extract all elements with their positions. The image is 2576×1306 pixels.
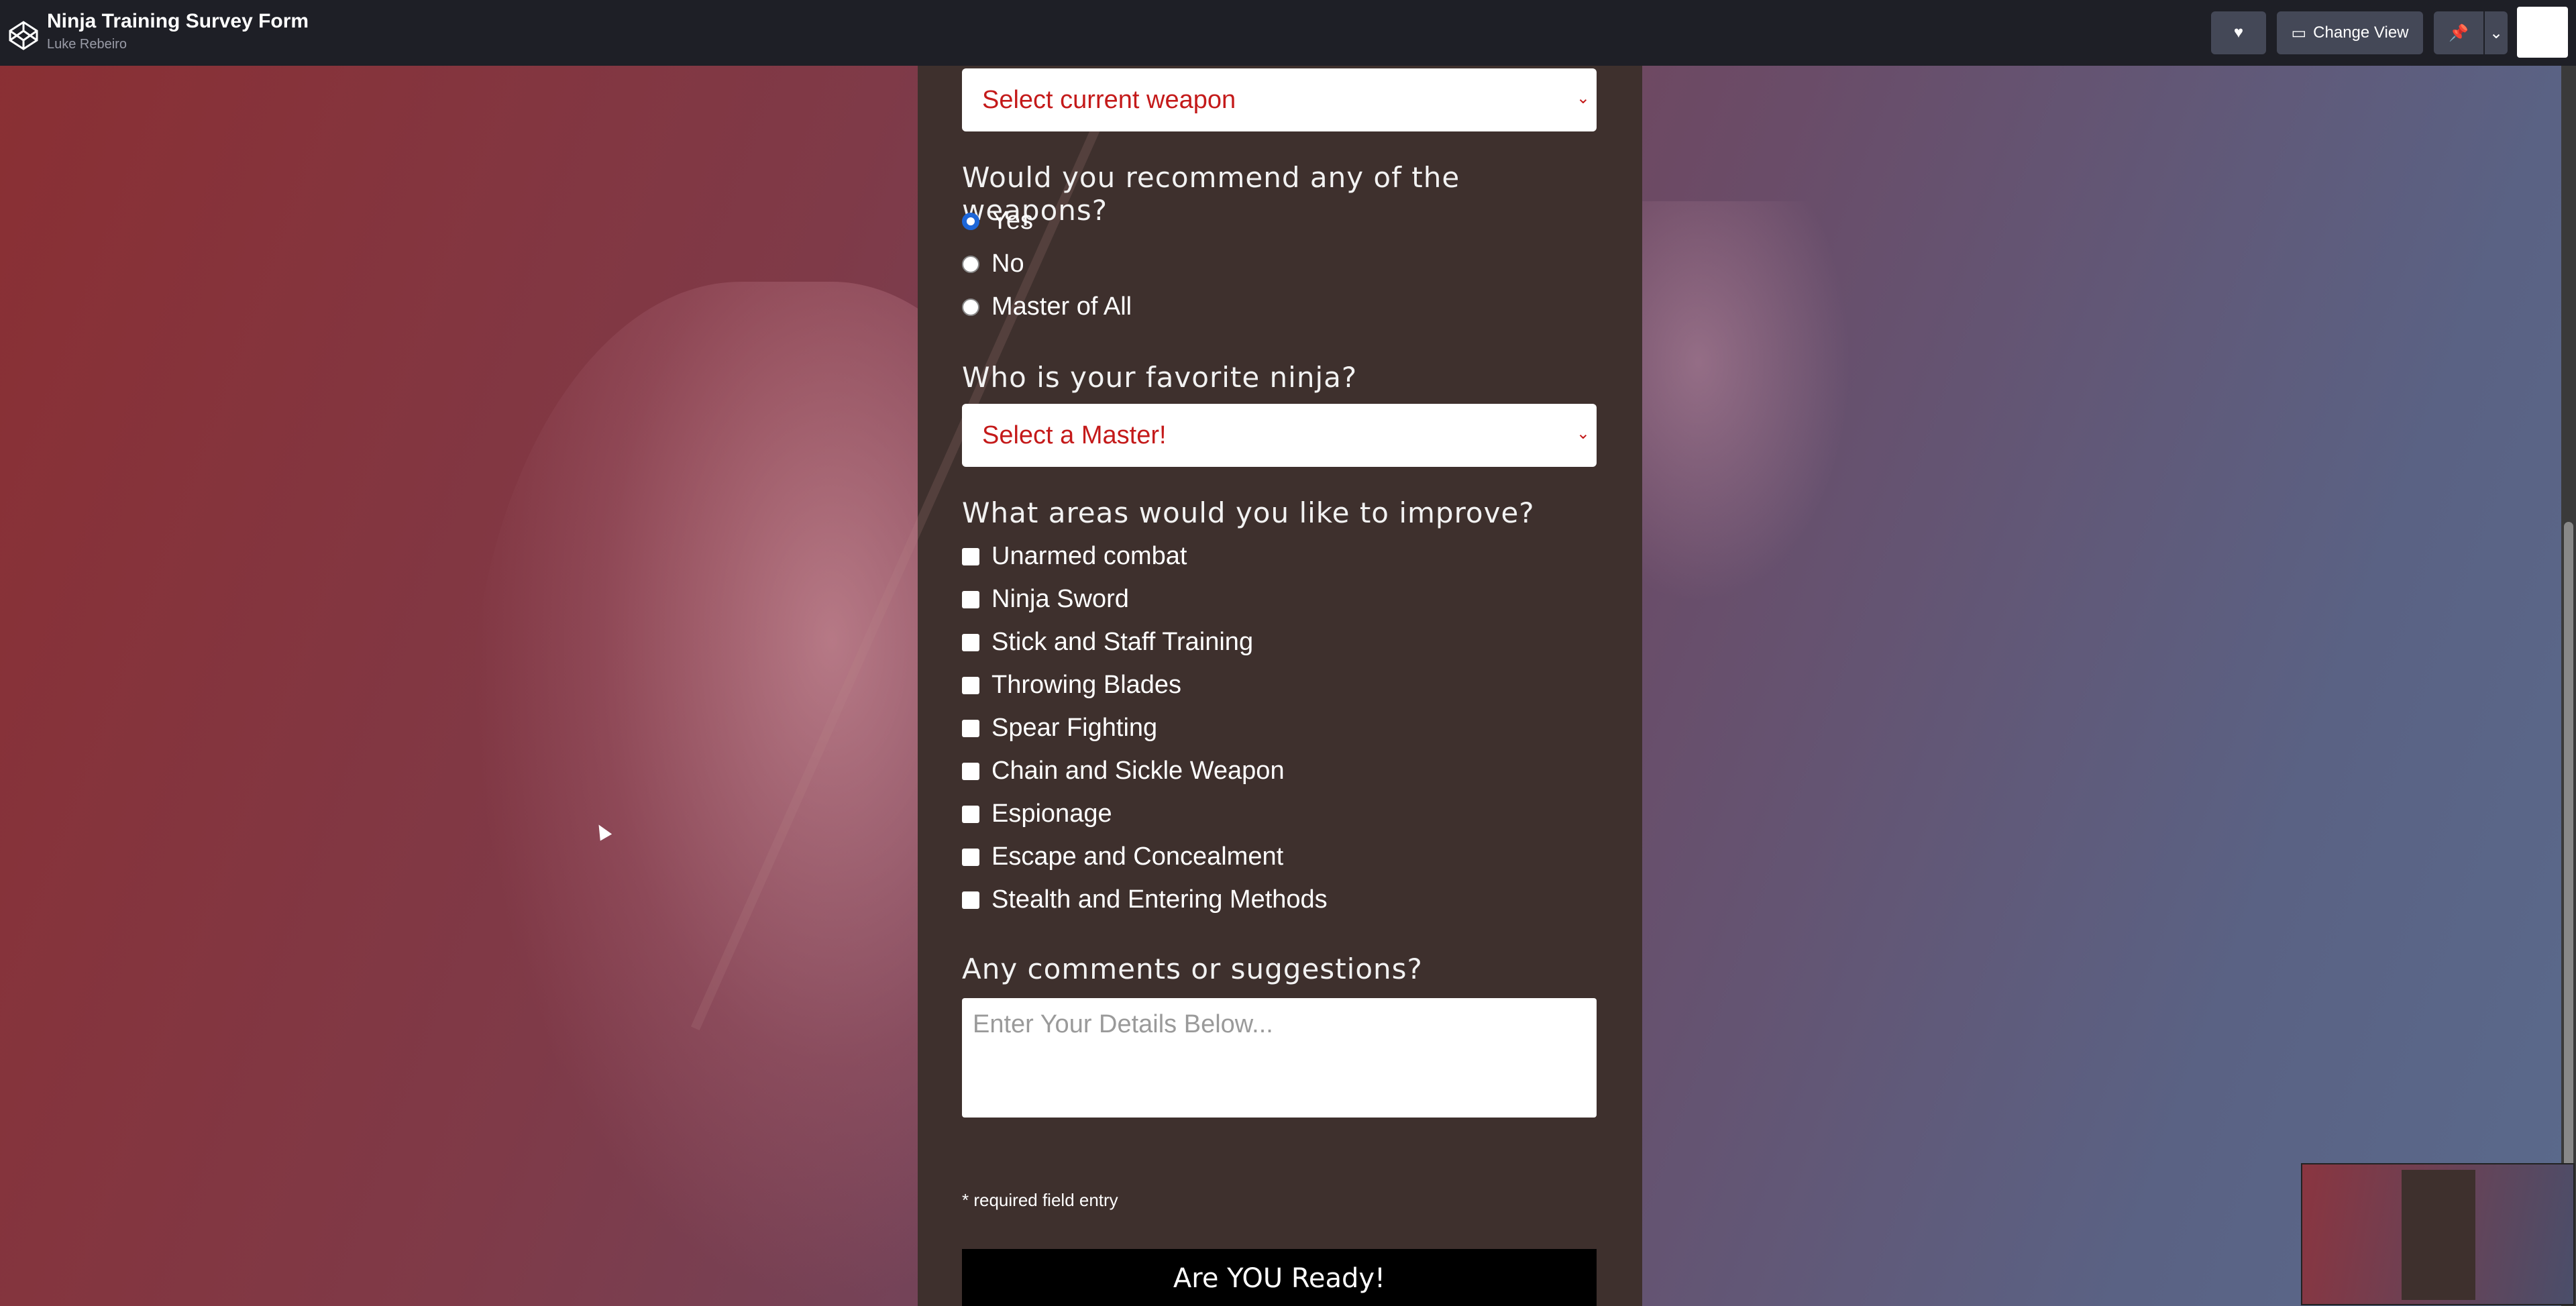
required-note: * required field entry — [962, 1190, 1118, 1210]
checkbox[interactable] — [962, 891, 979, 909]
checkbox[interactable] — [962, 762, 979, 780]
checkbox-label: Chain and Sickle Weapon — [991, 757, 1285, 785]
checkbox-label: Escape and Concealment — [991, 842, 1284, 871]
favorite-ninja-select[interactable]: Select a Master! ⌄ — [962, 404, 1597, 467]
checkbox-label: Unarmed combat — [991, 542, 1187, 570]
page: Ninja Training Survey Form Luke Rebeiro … — [0, 0, 2576, 1306]
checkbox-option[interactable]: Ninja Sword — [962, 585, 1129, 614]
user-avatar[interactable] — [2517, 7, 2568, 58]
checkbox-option[interactable]: Escape and Concealment — [962, 842, 1283, 871]
improve-question: What areas would you like to improve? — [962, 496, 1535, 529]
checkbox-option[interactable]: Espionage — [962, 800, 1112, 828]
checkbox-option[interactable]: Stick and Staff Training — [962, 628, 1253, 657]
checkbox-label: Ninja Sword — [991, 585, 1129, 613]
checkbox-label: Stick and Staff Training — [991, 628, 1254, 656]
checkbox[interactable] — [962, 590, 979, 608]
chevron-down-icon: ⌄ — [2489, 23, 2504, 42]
checkbox-label: Stealth and Entering Methods — [991, 885, 1328, 914]
checkbox[interactable] — [962, 805, 979, 823]
preview-thumbnail[interactable] — [2301, 1163, 2575, 1305]
checkbox[interactable] — [962, 719, 979, 737]
checkbox[interactable] — [962, 848, 979, 866]
recommend-question: Would you recommend any of the weapons? — [962, 161, 1460, 227]
heart-icon: ♥ — [2233, 23, 2244, 42]
submit-button[interactable]: Are YOU Ready! — [962, 1249, 1597, 1306]
current-weapon-value: Select current weapon — [982, 85, 1236, 114]
favorite-ninja-question: Who is your favorite ninja? — [962, 361, 1358, 394]
checkbox-option[interactable]: Spear Fighting — [962, 714, 1157, 743]
radio-label: No — [991, 250, 1024, 278]
checkbox[interactable] — [962, 547, 979, 565]
like-button[interactable]: ♥ — [2211, 11, 2266, 54]
radio-option-no[interactable]: No — [962, 250, 1024, 278]
radio-option-master-of-all[interactable]: Master of All — [962, 292, 1132, 321]
radio-option-yes[interactable]: Yes — [962, 207, 1033, 235]
pen-title: Ninja Training Survey Form — [47, 10, 309, 32]
checkbox-option[interactable]: Unarmed combat — [962, 542, 1187, 571]
chevron-down-icon: ⌄ — [1576, 425, 1590, 443]
checkbox-label: Spear Fighting — [991, 714, 1158, 742]
change-view-label: Change View — [2313, 23, 2409, 42]
current-weapon-select[interactable]: Select current weapon ⌄ — [962, 68, 1597, 131]
radio-label: Yes — [991, 207, 1033, 235]
pin-icon: 📌 — [2449, 23, 2469, 42]
checkbox-label: Espionage — [991, 800, 1112, 828]
favorite-ninja-value: Select a Master! — [982, 421, 1167, 449]
top-bar: Ninja Training Survey Form Luke Rebeiro … — [0, 0, 2576, 66]
checkbox-label: Throwing Blades — [991, 671, 1182, 699]
checkbox[interactable] — [962, 633, 979, 651]
page-scrollbar[interactable] — [2561, 66, 2576, 1306]
checkbox-option[interactable]: Throwing Blades — [962, 671, 1181, 700]
radio-label: Master of All — [991, 292, 1132, 321]
checkbox[interactable] — [962, 676, 979, 694]
radio-button[interactable] — [962, 212, 979, 230]
comments-textarea[interactable]: Enter Your Details Below... — [962, 998, 1597, 1118]
radio-button[interactable] — [962, 298, 979, 316]
codepen-logo-icon[interactable] — [8, 20, 39, 51]
thumbnail-form-panel — [2402, 1170, 2475, 1300]
pin-dropdown-button[interactable]: ⌄ — [2485, 11, 2508, 54]
layout-icon: ▭ — [2291, 23, 2307, 42]
pen-author[interactable]: Luke Rebeiro — [47, 37, 127, 52]
pin-button[interactable]: 📌 — [2434, 11, 2483, 54]
comments-question: Any comments or suggestions? — [962, 953, 1423, 985]
checkbox-option[interactable]: Chain and Sickle Weapon — [962, 757, 1285, 785]
chevron-down-icon: ⌄ — [1576, 89, 1590, 107]
checkbox-option[interactable]: Stealth and Entering Methods — [962, 885, 1328, 914]
radio-button[interactable] — [962, 255, 979, 273]
change-view-button[interactable]: ▭ Change View — [2277, 11, 2423, 54]
